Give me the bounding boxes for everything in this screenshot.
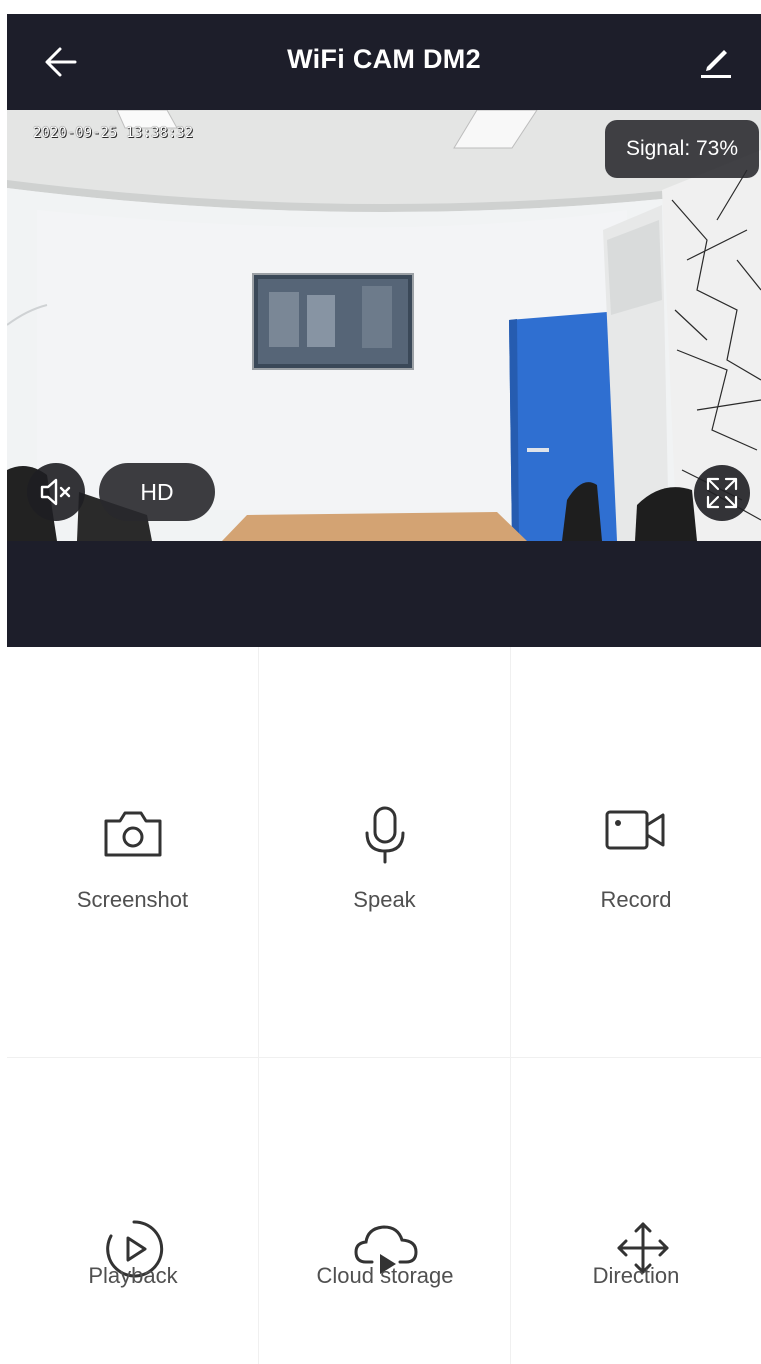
live-video-view[interactable]: 2020-09-25 13:38:32 Signal: 73% HD [7,110,761,541]
quality-toggle-button[interactable]: HD [99,463,215,521]
speaker-mute-icon [40,478,71,506]
video-camera-icon [605,810,665,850]
direction-button[interactable] [511,1058,761,1364]
camera-icon [104,811,161,857]
cloud-storage-button[interactable] [259,1058,511,1364]
cloud-storage-label: Cloud storage [316,1263,454,1288]
top-bar: WiFi CAM DM2 [7,14,761,110]
playback-button[interactable] [7,1058,259,1364]
record-label: Record [600,887,672,912]
speak-button[interactable]: Speak [259,647,511,1058]
record-button[interactable]: Record [511,647,761,1058]
timestamp-overlay: 2020-09-25 13:38:32 [33,125,194,141]
screenshot-button[interactable]: Screenshot [7,647,259,1058]
page-title: WiFi CAM DM2 [287,44,481,74]
fullscreen-button[interactable] [694,465,750,521]
pencil-icon[interactable] [699,40,733,80]
direction-label: Direction [592,1263,680,1288]
playback-label: Playback [88,1263,178,1288]
fullscreen-icon [706,477,738,509]
app-frame: WiFi CAM DM2 2020-09-25 13:38:32 Signal:… [7,14,761,1364]
mute-button[interactable] [27,463,85,521]
speak-label: Speak [353,887,416,912]
video-bottom-band [7,541,761,647]
microphone-icon [365,806,404,864]
screenshot-label: Screenshot [76,887,189,912]
signal-strength-badge: Signal: 73% [605,120,759,178]
